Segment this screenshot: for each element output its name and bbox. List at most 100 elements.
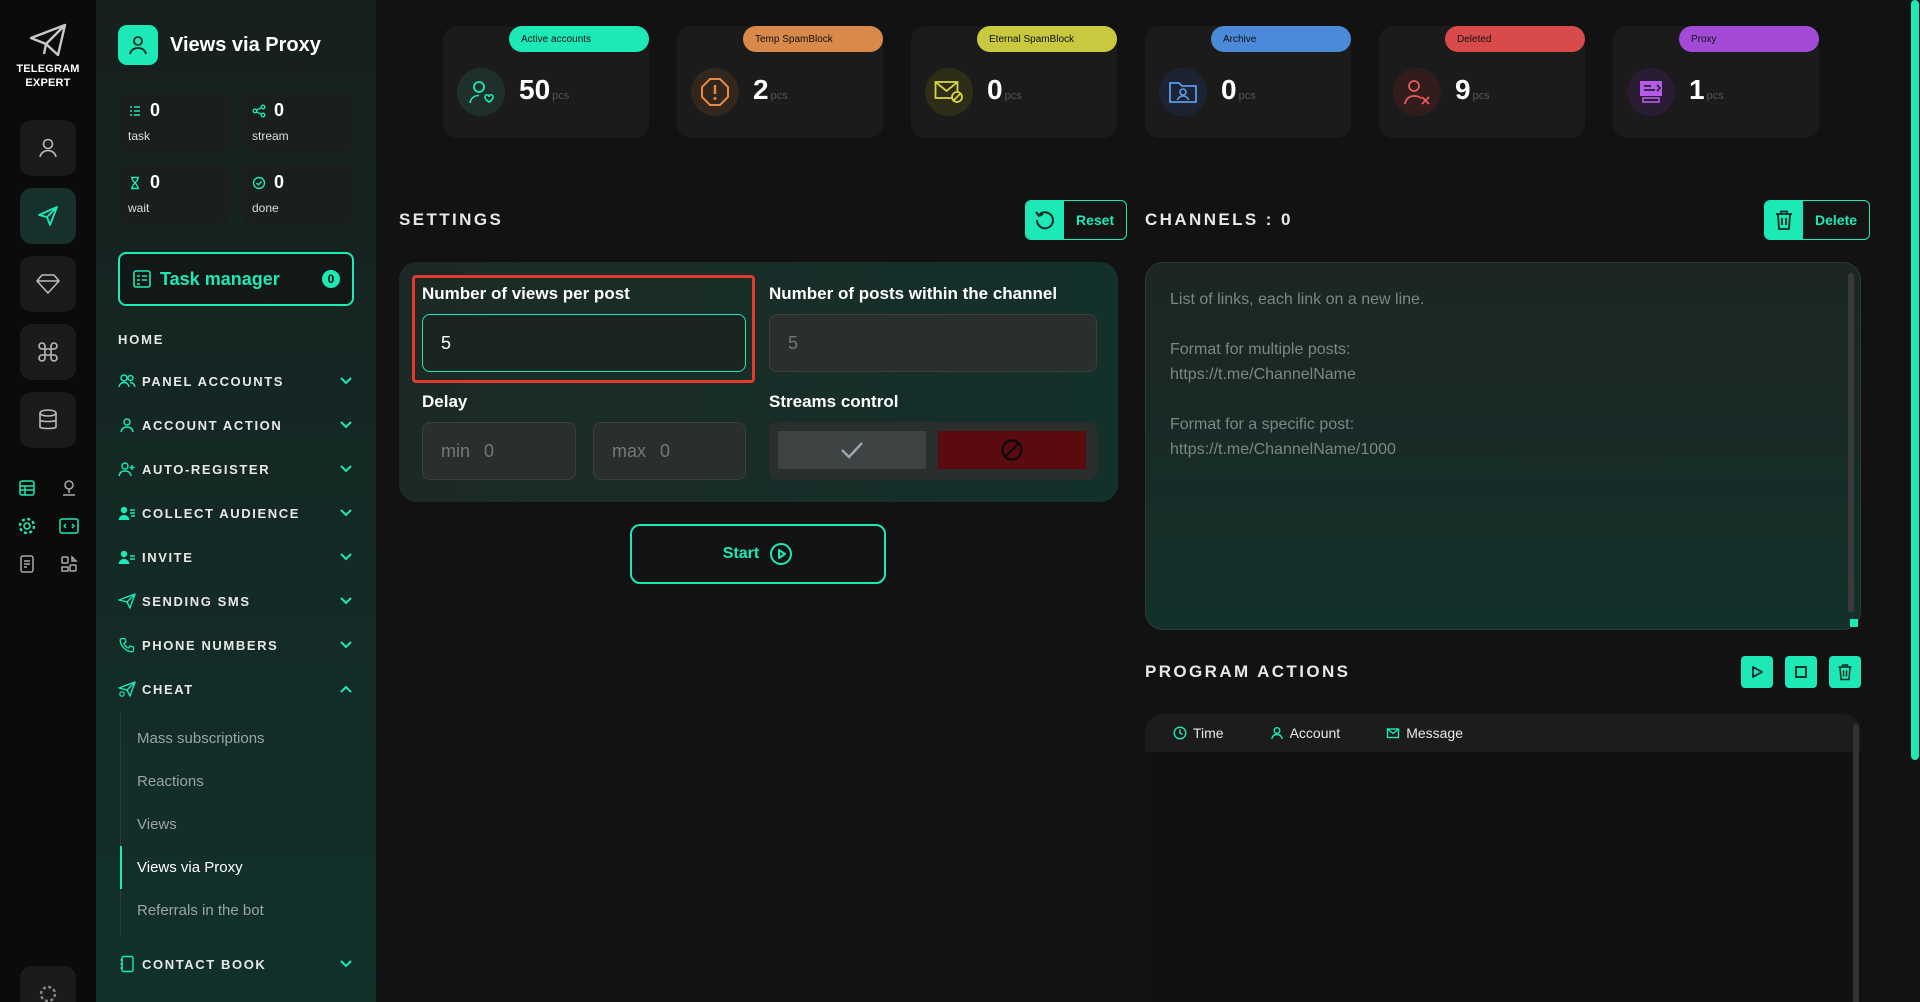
log-column-time[interactable]: Time — [1173, 725, 1224, 741]
log-scrollbar[interactable] — [1853, 724, 1859, 1002]
command-icon — [38, 342, 58, 362]
brand-name: TELEGRAM EXPERT — [16, 63, 80, 89]
delay-min-input[interactable]: min 0 — [422, 422, 576, 480]
posts-within-channel-input[interactable]: 5 — [769, 314, 1097, 372]
resize-handle[interactable] — [1850, 619, 1858, 627]
nav-label: PHONE NUMBERS — [142, 637, 279, 653]
nav-account-action[interactable]: ACCOUNT ACTION — [118, 403, 354, 447]
chevron-up-icon — [338, 681, 354, 697]
streams-disable-button[interactable] — [938, 431, 1086, 469]
delay-max-input[interactable]: max 0 — [593, 422, 746, 480]
nav-invite[interactable]: INVITE — [118, 535, 354, 579]
rail-tools-grid — [13, 474, 83, 578]
telegram-logo-icon — [29, 23, 67, 57]
send-icon — [38, 206, 58, 226]
chevron-down-icon — [338, 956, 354, 972]
page-scrollbar[interactable] — [1910, 0, 1920, 1002]
nav-sending-sms[interactable]: SENDING SMS — [118, 579, 354, 623]
modules-icon[interactable] — [55, 550, 83, 578]
card-active-accounts[interactable]: Active accounts 50 pcs — [443, 26, 649, 138]
stat-wait: 0 wait — [118, 164, 230, 224]
page-scrollbar-thumb[interactable] — [1911, 0, 1919, 760]
settings-panel: Number of views per post 5 Number of pos… — [399, 262, 1118, 502]
card-tag: Active accounts — [509, 26, 649, 52]
nav-collect-audience[interactable]: COLLECT AUDIENCE — [118, 491, 354, 535]
card-proxy[interactable]: Proxy 1 pcs — [1613, 26, 1819, 138]
nav-auto-register[interactable]: AUTO-REGISTER — [118, 447, 354, 491]
log-column-account[interactable]: Account — [1270, 725, 1340, 741]
log-header: Time Account Message — [1145, 714, 1861, 752]
card-eternal-spamblock[interactable]: Eternal SpamBlock 0 pcs — [911, 26, 1117, 138]
reset-button[interactable]: Reset — [1025, 200, 1128, 240]
play-button[interactable] — [1741, 656, 1773, 688]
brand-logo[interactable]: TELEGRAM EXPERT — [16, 22, 79, 90]
placeholder-line: https://t.me/ChannelName/1000 — [1170, 441, 1396, 458]
chevron-down-icon — [338, 549, 354, 565]
task-manager-button[interactable]: Task manager 0 — [118, 252, 354, 306]
chevron-down-icon — [338, 461, 354, 477]
channels-links-textarea[interactable]: List of links, each link on a new line. … — [1145, 262, 1861, 630]
folder-user-icon — [1159, 68, 1207, 116]
card-archive[interactable]: Archive 0 pcs — [1145, 26, 1351, 138]
settings-icon — [39, 985, 57, 1002]
nav-label: INVITE — [142, 549, 194, 565]
views-per-post-label: Number of views per post — [422, 284, 630, 303]
stop-button[interactable] — [1785, 656, 1817, 688]
profile-icon — [118, 25, 158, 65]
task-manager-count: 0 — [322, 270, 340, 288]
streams-enable-button[interactable] — [778, 431, 926, 469]
placeholder-line: List of links, each link on a new line. — [1170, 291, 1425, 308]
user-icon — [39, 138, 57, 158]
diamond-icon — [36, 274, 60, 294]
clear-log-button[interactable] — [1829, 656, 1861, 688]
rail-settings-button[interactable] — [20, 966, 76, 1002]
views-per-post-input[interactable]: 5 — [422, 314, 746, 372]
chevron-down-icon — [338, 417, 354, 433]
card-deleted[interactable]: Deleted 9 pcs — [1379, 26, 1585, 138]
delete-button[interactable]: Delete — [1764, 200, 1871, 240]
submenu-mass-subscriptions[interactable]: Mass subscriptions — [121, 717, 354, 760]
placeholder-line: Format for a specific post: — [1170, 416, 1355, 433]
nav-contact-book[interactable]: CONTACT BOOK — [118, 942, 354, 986]
card-value: 1 pcs — [1689, 74, 1724, 105]
location-user-icon[interactable] — [55, 474, 83, 502]
rail-send-button[interactable] — [20, 188, 76, 244]
submenu-referrals-in-bot[interactable]: Referrals in the bot — [121, 889, 354, 932]
table-icon[interactable] — [13, 474, 41, 502]
reset-label: Reset — [1076, 212, 1115, 228]
sidebar: Views via Proxy 0 task 0 stream 0 wait 0… — [96, 0, 376, 1002]
log-column-message[interactable]: Message — [1386, 725, 1463, 741]
rail-accounts-button[interactable] — [20, 120, 76, 176]
placeholder-gap — [1170, 312, 1836, 337]
nav-label: COLLECT AUDIENCE — [142, 505, 301, 521]
invite-icon — [118, 548, 136, 566]
phone-icon — [118, 636, 136, 654]
delete-label: Delete — [1815, 212, 1858, 228]
submenu-reactions[interactable]: Reactions — [121, 760, 354, 803]
rail-premium-button[interactable] — [20, 256, 76, 312]
card-temp-spamblock[interactable]: Temp SpamBlock 2 pcs — [677, 26, 883, 138]
clock-icon — [1173, 726, 1187, 740]
nav-panel-accounts[interactable]: PANEL ACCOUNTS — [118, 359, 354, 403]
textarea-scrollbar[interactable] — [1848, 273, 1854, 613]
rail-command-button[interactable] — [20, 324, 76, 380]
nav-label: CONTACT BOOK — [142, 956, 267, 972]
proxy-icon — [1627, 68, 1675, 116]
gear-icon[interactable] — [13, 512, 41, 540]
stop-icon — [1795, 666, 1807, 678]
card-value: 2 pcs — [753, 74, 788, 105]
submenu-views-via-proxy[interactable]: Views via Proxy — [120, 846, 354, 889]
rail-database-button[interactable] — [20, 392, 76, 448]
start-button[interactable]: Start — [630, 524, 886, 584]
nav-home[interactable]: HOME — [118, 332, 354, 347]
audience-icon — [118, 504, 136, 522]
nav-phone-numbers[interactable]: PHONE NUMBERS — [118, 623, 354, 667]
document-icon[interactable] — [13, 550, 41, 578]
app-root: TELEGRAM EXPERT Views via Proxy 0 task 0… — [0, 0, 1920, 1002]
nav-cheat[interactable]: CHEAT — [118, 667, 354, 711]
warning-octagon-icon — [691, 68, 739, 116]
channels-title: CHANNELS : 0 — [1145, 210, 1293, 229]
submenu-views[interactable]: Views — [121, 803, 354, 846]
nav-label: AUTO-REGISTER — [142, 461, 271, 477]
code-icon[interactable] — [55, 512, 83, 540]
